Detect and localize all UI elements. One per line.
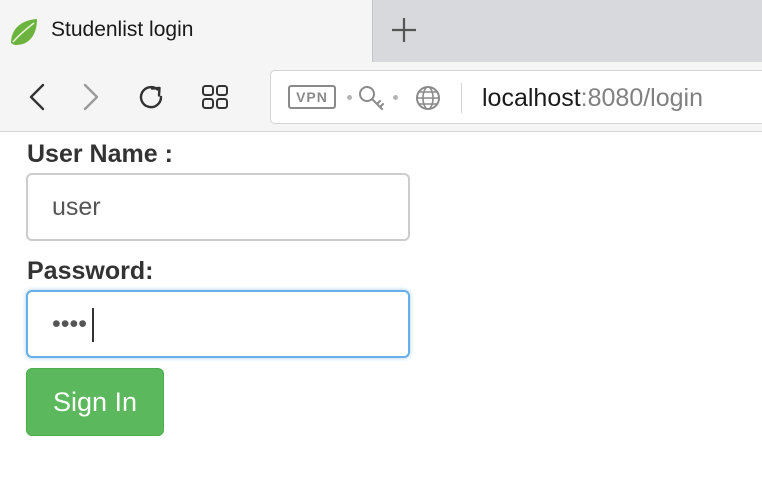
tab-strip: Studenlist login [0,0,762,62]
username-label: User Name : [27,140,173,168]
separator-dot [347,95,352,100]
forward-icon[interactable] [74,81,106,113]
address-separator [461,83,462,113]
spring-leaf-icon [11,19,37,45]
username-input[interactable] [26,173,410,241]
globe-icon[interactable] [413,83,443,113]
separator-dot [393,95,398,100]
back-icon[interactable] [22,81,54,113]
url-path: :8080/login [580,84,703,112]
address-bar[interactable]: VPN localhost:8080/login [270,70,762,124]
url-text[interactable]: localhost:8080/login [482,84,703,113]
reload-icon[interactable] [135,81,167,113]
password-input[interactable] [26,290,410,358]
key-icon[interactable] [357,83,387,113]
tab-title: Studenlist login [51,18,194,41]
vpn-badge[interactable]: VPN [288,85,336,109]
text-caret [92,308,94,342]
grid-icon[interactable] [200,81,232,113]
browser-tab-active[interactable]: Studenlist login [0,0,373,62]
password-label: Password: [27,257,154,285]
url-host: localhost [482,84,581,112]
browser-toolbar: VPN localhost:8080/login [0,62,762,132]
sign-in-button[interactable]: Sign In [26,368,164,436]
plus-icon[interactable] [388,14,420,46]
login-page: User Name : Password: Sign In [0,133,762,504]
